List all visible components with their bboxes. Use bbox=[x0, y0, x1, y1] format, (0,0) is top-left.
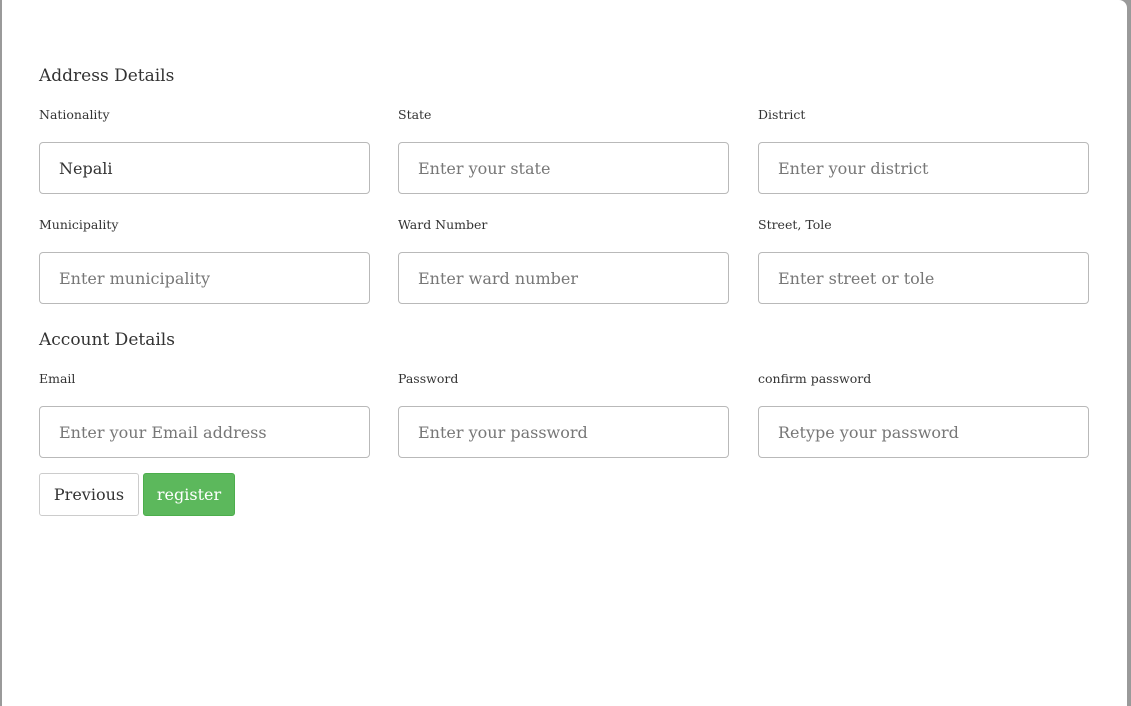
confirm-password-label: confirm password bbox=[758, 371, 872, 386]
state-input[interactable] bbox=[398, 142, 729, 194]
nationality-label: Nationality bbox=[39, 107, 110, 122]
password-input[interactable] bbox=[398, 406, 729, 458]
confirm-password-input[interactable] bbox=[758, 406, 1089, 458]
previous-button[interactable]: Previous bbox=[39, 473, 139, 516]
address-details-title: Address Details bbox=[39, 66, 175, 86]
district-input[interactable] bbox=[758, 142, 1089, 194]
form-card: Address Details Nationality State Distri… bbox=[2, 0, 1127, 706]
state-label: State bbox=[398, 107, 432, 122]
nationality-input[interactable] bbox=[39, 142, 370, 194]
municipality-label: Municipality bbox=[39, 217, 119, 232]
street-tole-input[interactable] bbox=[758, 252, 1089, 304]
ward-number-input[interactable] bbox=[398, 252, 729, 304]
ward-number-label: Ward Number bbox=[398, 217, 488, 232]
register-button[interactable]: register bbox=[143, 473, 235, 516]
municipality-input[interactable] bbox=[39, 252, 370, 304]
district-label: District bbox=[758, 107, 806, 122]
email-label: Email bbox=[39, 371, 76, 386]
street-tole-label: Street, Tole bbox=[758, 217, 832, 232]
account-details-title: Account Details bbox=[39, 330, 175, 350]
password-label: Password bbox=[398, 371, 459, 386]
email-input[interactable] bbox=[39, 406, 370, 458]
